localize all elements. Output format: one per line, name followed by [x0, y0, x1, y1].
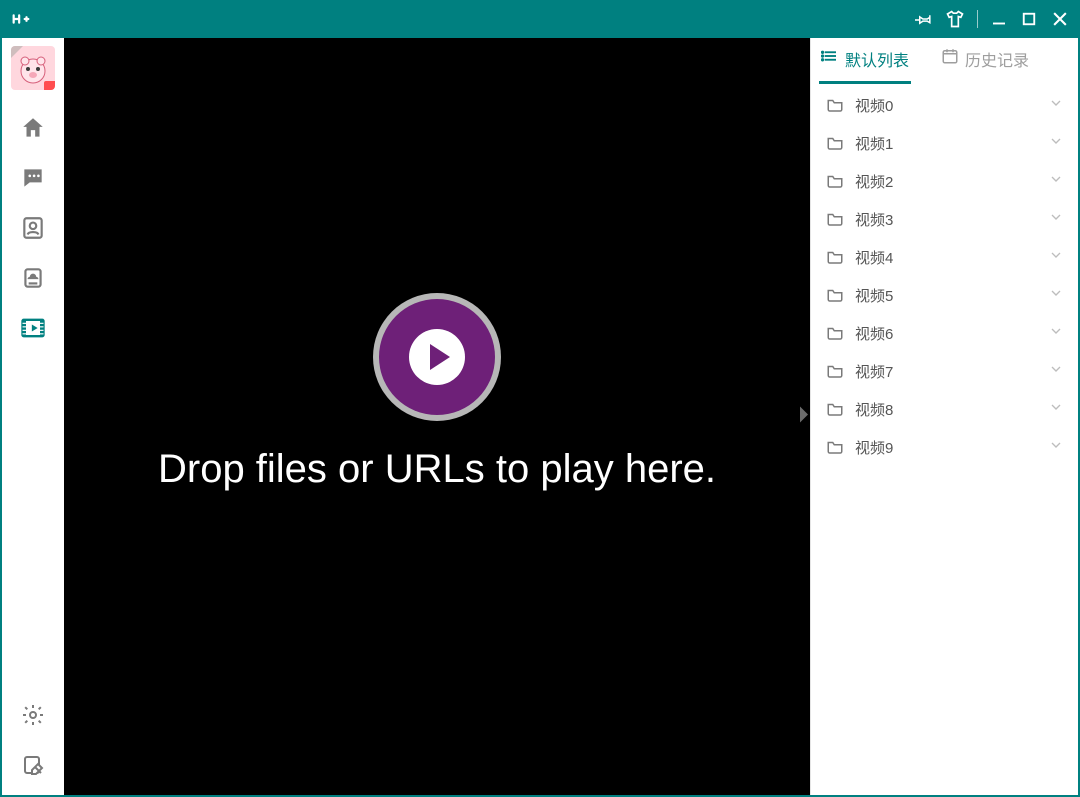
- folder-icon: [825, 248, 845, 266]
- playlist-item[interactable]: 视频8: [811, 390, 1078, 428]
- chevron-down-icon: [1048, 437, 1064, 458]
- folder-icon: [825, 134, 845, 152]
- playlist-item-label: 视频2: [855, 171, 893, 192]
- folder-icon: [825, 286, 845, 304]
- tab-history[interactable]: 历史记录: [939, 41, 1031, 84]
- nav-cloud[interactable]: [17, 262, 49, 294]
- chevron-down-icon: [1048, 361, 1064, 382]
- playlist-item-label: 视频5: [855, 285, 893, 306]
- chevron-down-icon: [1048, 285, 1064, 306]
- playlist-item-label: 视频1: [855, 133, 893, 154]
- playlist-item[interactable]: 视频3: [811, 200, 1078, 238]
- playlist-item[interactable]: 视频6: [811, 314, 1078, 352]
- folder-icon: [825, 400, 845, 418]
- nav-settings[interactable]: [17, 699, 49, 731]
- playlist-item-label: 视频8: [855, 399, 893, 420]
- tab-label: 默认列表: [845, 47, 909, 71]
- pin-icon[interactable]: [915, 10, 933, 28]
- drop-hint-text: Drop files or URLs to play here.: [158, 443, 716, 495]
- nav-video[interactable]: [17, 312, 49, 344]
- titlebar-divider: [977, 10, 978, 28]
- video-drop-area[interactable]: Drop files or URLs to play here.: [64, 38, 810, 795]
- playlist-tabs: 默认列表 历史记录: [811, 38, 1078, 86]
- list-icon: [821, 47, 839, 70]
- maximize-button[interactable]: [1020, 10, 1038, 28]
- playlist-item-label: 视频0: [855, 95, 893, 116]
- playlist-item[interactable]: 视频4: [811, 238, 1078, 276]
- folder-icon: [825, 210, 845, 228]
- main-area: Drop files or URLs to play here. 默认列表 历史…: [0, 38, 1080, 797]
- close-button[interactable]: [1050, 9, 1070, 29]
- playlist-item[interactable]: 视频2: [811, 162, 1078, 200]
- chevron-down-icon: [1048, 133, 1064, 154]
- chevron-down-icon: [1048, 247, 1064, 268]
- chevron-down-icon: [1048, 171, 1064, 192]
- playlist-item[interactable]: 视频1: [811, 124, 1078, 162]
- playlist-item[interactable]: 视频5: [811, 276, 1078, 314]
- panel-collapse-handle[interactable]: [798, 398, 810, 435]
- tab-label: 历史记录: [965, 47, 1029, 71]
- tab-default-list[interactable]: 默认列表: [819, 41, 911, 84]
- chevron-down-icon: [1048, 209, 1064, 230]
- chevron-down-icon: [1048, 323, 1064, 344]
- avatar[interactable]: [11, 46, 55, 90]
- minimize-button[interactable]: [990, 10, 1008, 28]
- playlist-item-label: 视频6: [855, 323, 893, 344]
- playlist-item[interactable]: 视频0: [811, 86, 1078, 124]
- playlist-item-label: 视频7: [855, 361, 893, 382]
- playlist-item-label: 视频4: [855, 247, 893, 268]
- titlebar: [0, 0, 1080, 38]
- history-icon: [941, 47, 959, 70]
- shirt-icon[interactable]: [945, 9, 965, 29]
- nav-chat[interactable]: [17, 162, 49, 194]
- play-button[interactable]: [379, 299, 495, 415]
- playlist-item[interactable]: 视频9: [811, 428, 1078, 466]
- chevron-down-icon: [1048, 399, 1064, 420]
- folder-icon: [825, 324, 845, 342]
- app-logo-icon: [10, 8, 32, 30]
- chevron-down-icon: [1048, 95, 1064, 116]
- playlist-panel: 默认列表 历史记录 视频0 视频1 视频2 视频3 视频4 视频5 视频6 视频7 视频8 视频9: [810, 38, 1078, 795]
- playlist: 视频0 视频1 视频2 视频3 视频4 视频5 视频6 视频7 视频8 视频9: [811, 86, 1078, 795]
- folder-icon: [825, 96, 845, 114]
- nav-edit[interactable]: [17, 749, 49, 781]
- folder-icon: [825, 362, 845, 380]
- nav-home[interactable]: [17, 112, 49, 144]
- playlist-item-label: 视频3: [855, 209, 893, 230]
- side-nav: [2, 38, 64, 795]
- playlist-item-label: 视频9: [855, 437, 893, 458]
- folder-icon: [825, 438, 845, 456]
- folder-icon: [825, 172, 845, 190]
- playlist-item[interactable]: 视频7: [811, 352, 1078, 390]
- nav-contacts[interactable]: [17, 212, 49, 244]
